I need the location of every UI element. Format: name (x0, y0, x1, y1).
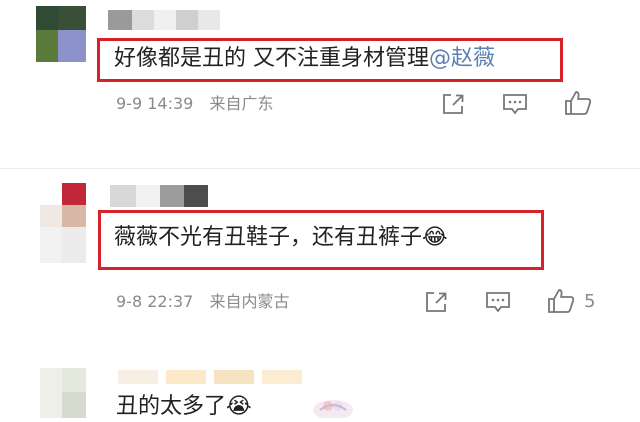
comment-text: 薇薇不光有丑鞋子，还有丑裤子😂 (114, 227, 448, 249)
share-icon[interactable] (441, 93, 465, 115)
comment-date: 9-9 14:39 (116, 94, 194, 113)
comment-text: 好像都是丑的 又不注重身材管理@赵薇 (114, 48, 495, 70)
share-icon[interactable] (424, 291, 448, 313)
sticker-image (310, 388, 356, 420)
avatar[interactable] (40, 368, 86, 418)
comment-icon[interactable] (485, 291, 511, 313)
laughing-emoji-icon: 😂 (422, 225, 448, 250)
mention-link[interactable]: @赵薇 (429, 46, 495, 71)
comment-date: 9-8 22:37 (116, 292, 194, 311)
crying-emoji-icon: 😭 (226, 394, 252, 419)
comment-meta: 9-9 14:39 来自广东 (116, 96, 274, 112)
avatar[interactable] (36, 6, 86, 62)
avatar[interactable] (40, 183, 86, 263)
username-mosaic[interactable] (118, 370, 308, 386)
comment-divider (0, 168, 640, 169)
like-count: 5 (584, 291, 596, 312)
comment-meta: 9-8 22:37 来自内蒙古 (116, 294, 290, 310)
comment-body: 好像都是丑的 又不注重身材管理 (114, 46, 429, 71)
username-mosaic[interactable] (108, 10, 228, 32)
like-icon[interactable] (547, 288, 575, 314)
comment-body: 丑的太多了 (116, 394, 227, 419)
username-mosaic[interactable] (110, 185, 210, 209)
comment-text: 丑的太多了😭 (116, 396, 252, 418)
like-icon[interactable] (564, 90, 592, 116)
comment-location: 来自内蒙古 (209, 292, 290, 311)
comment-location: 来自广东 (209, 94, 274, 113)
comment-body: 薇薇不光有丑鞋子，还有丑裤子 (114, 225, 423, 250)
comment-icon[interactable] (502, 93, 528, 115)
